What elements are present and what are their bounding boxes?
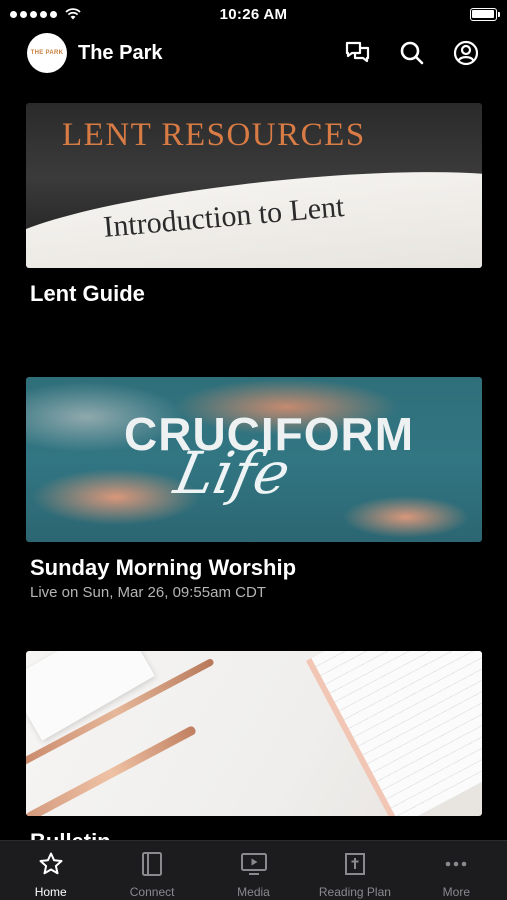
tab-label: Reading Plan (318, 885, 391, 899)
sunday-worship-image[interactable]: CRUCIFORM Life (26, 377, 482, 542)
status-right (377, 7, 500, 21)
header-actions (344, 39, 480, 67)
search-icon[interactable] (398, 39, 426, 67)
account-icon[interactable] (452, 39, 480, 67)
bulletin-image[interactable] (26, 651, 482, 816)
tab-media[interactable]: Media (203, 841, 304, 900)
more-icon (442, 850, 470, 878)
church-logo[interactable]: THE PARK (27, 33, 67, 73)
card-sunday-worship[interactable]: CRUCIFORM Life Sunday Morning Worship Li… (26, 377, 482, 601)
tab-label: Home (34, 885, 67, 899)
card-subtitle: Live on Sun, Mar 26, 09:55am CDT (30, 584, 266, 601)
tab-label: Media (237, 885, 270, 899)
tab-connect[interactable]: Connect (101, 841, 202, 900)
tv-icon (240, 850, 268, 878)
tab-bar: Home Connect Media Reading Plan More (0, 840, 507, 900)
card-title[interactable]: Lent Guide (26, 281, 482, 307)
star-icon (37, 850, 65, 878)
lent-guide-image[interactable]: LENT RESOURCES Introduction to Lent (26, 103, 482, 268)
bible-icon (341, 850, 369, 878)
app-title: The Park (78, 41, 163, 64)
wifi-icon (65, 8, 81, 20)
tab-label: Connect (129, 885, 175, 899)
lent-image-heading: LENT RESOURCES (62, 117, 366, 153)
card-title[interactable]: Sunday Morning Worship (26, 555, 482, 581)
cruciform-script: Life (168, 439, 297, 507)
status-time: 10:26 AM (219, 5, 288, 23)
tab-label: More (442, 885, 470, 899)
status-left (10, 8, 130, 20)
tab-reading-plan[interactable]: Reading Plan (304, 841, 405, 900)
logo-text: THE PARK (30, 49, 64, 56)
book-icon (138, 850, 166, 878)
card-lent-guide[interactable]: LENT RESOURCES Introduction to Lent Lent… (26, 103, 482, 307)
tab-home[interactable]: Home (0, 841, 101, 900)
app-header: THE PARK The Park (0, 30, 507, 76)
signal-strength-icon (10, 10, 57, 18)
tab-more[interactable]: More (406, 841, 507, 900)
status-bar: 10:26 AM (0, 0, 507, 28)
chat-icon[interactable] (344, 39, 372, 67)
battery-icon (469, 7, 500, 21)
card-bulletin[interactable]: Bulletin (26, 651, 482, 855)
